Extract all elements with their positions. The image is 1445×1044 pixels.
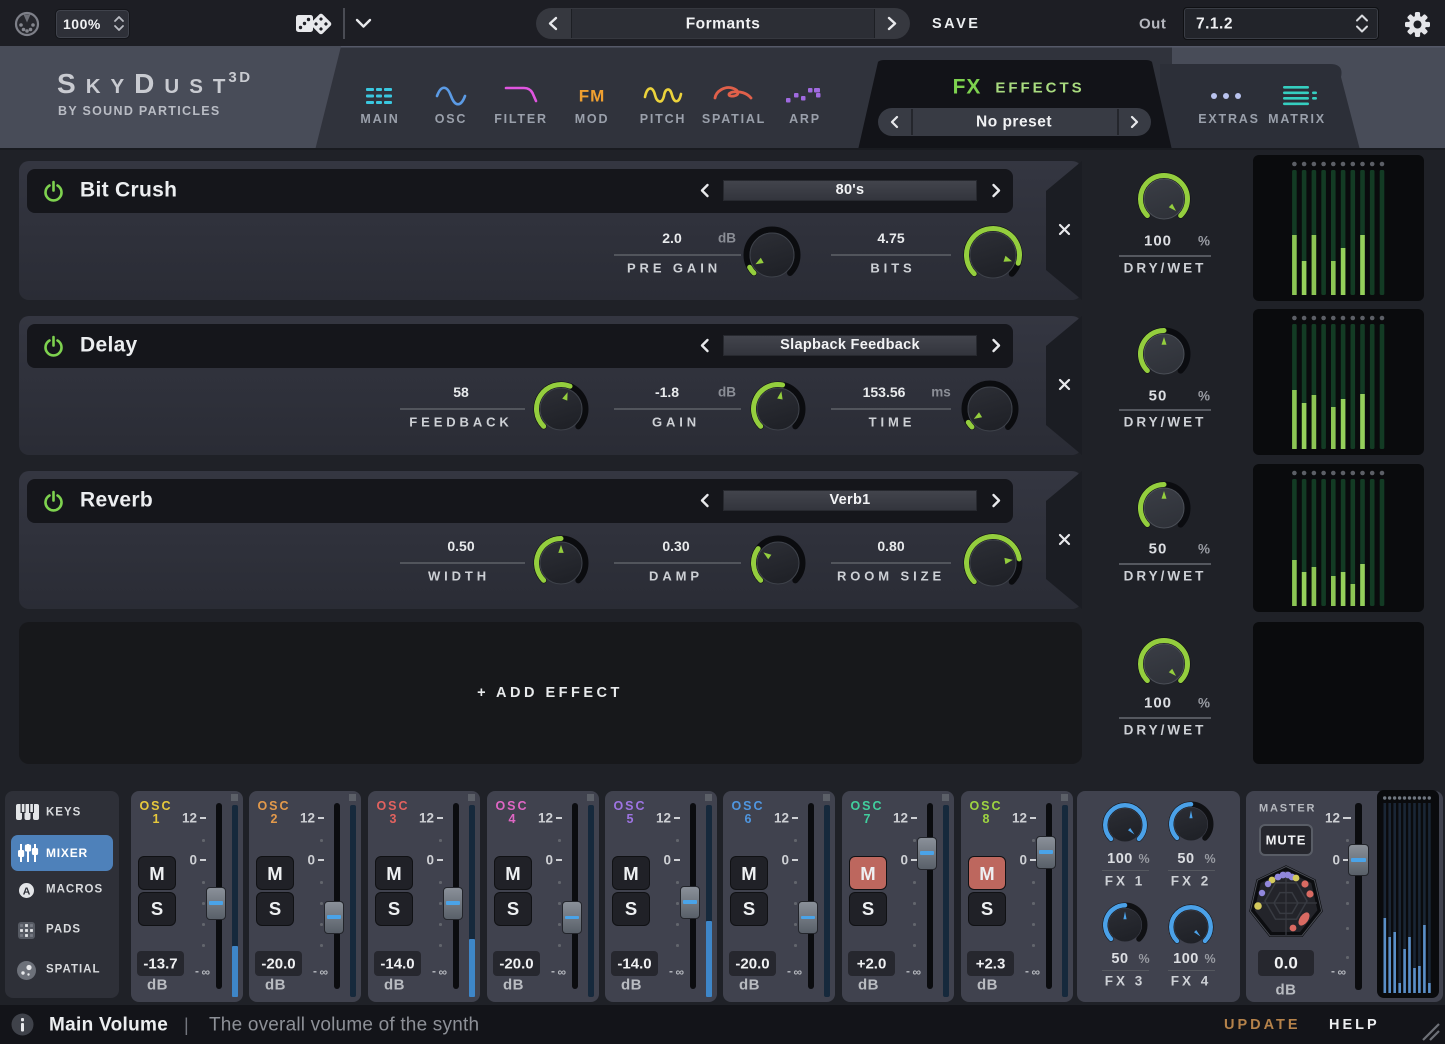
svg-text:A: A [23,885,31,897]
